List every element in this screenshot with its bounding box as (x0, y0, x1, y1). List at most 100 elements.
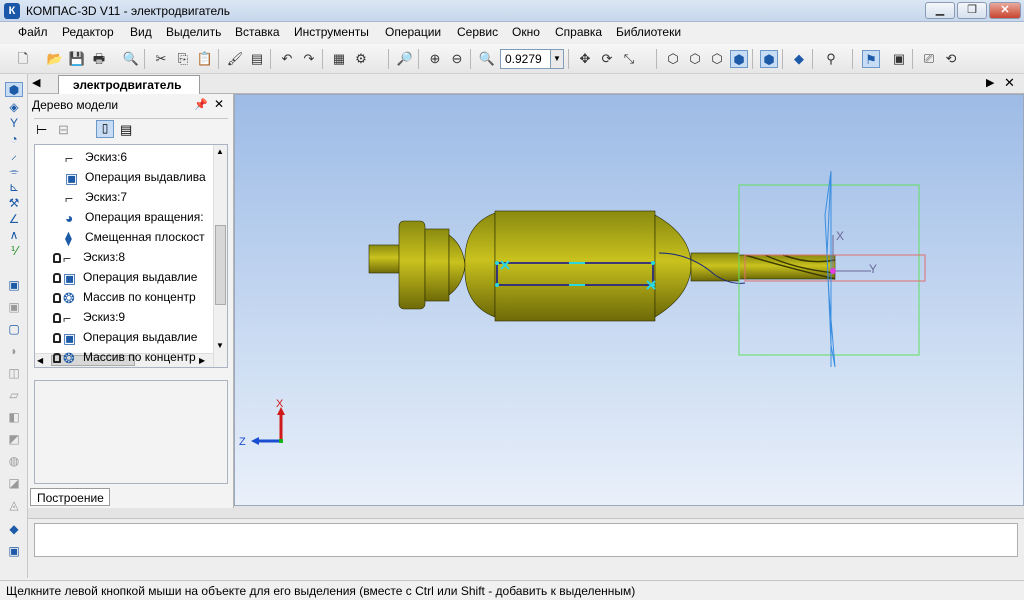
auxiliary-geometry-icon[interactable]: ⸝ (5, 148, 23, 163)
menu-insert[interactable]: Вставка (235, 25, 280, 39)
pin-icon[interactable]: 📌 (194, 98, 208, 111)
arrays-icon[interactable]: ◔ (5, 132, 23, 147)
tree-filter-icon[interactable]: ⊟ (58, 122, 69, 138)
tree-item[interactable]: ⌐ Эскиз:7 (65, 187, 127, 207)
cut-extrude-tool-icon[interactable]: ▣ (5, 300, 23, 315)
wireframe-icon[interactable]: ⬡ (664, 50, 682, 68)
tab-document[interactable]: электродвигатель (58, 75, 201, 94)
tab-scroll-right-icon[interactable]: ▶ (986, 76, 994, 89)
extrude-tool-icon[interactable]: ▣ (5, 278, 23, 293)
redo-icon[interactable]: ↷ (300, 50, 318, 68)
filter-icon[interactable]: ⚲ (822, 50, 840, 68)
zoom-dropdown-arrow-icon[interactable]: ▼ (550, 49, 564, 69)
mirror-tool-icon[interactable]: ◪ (5, 476, 23, 491)
print-icon[interactable]: 🖶 (90, 50, 108, 68)
scroll-up-icon[interactable]: ▲ (216, 147, 224, 156)
menu-tools[interactable]: Инструменты (294, 25, 369, 39)
hidden-lines-icon[interactable]: ⬡ (686, 50, 704, 68)
menu-file[interactable]: Файл (18, 25, 48, 39)
section-tool-icon[interactable]: ◬ (5, 498, 23, 513)
tree-item[interactable]: ⌐ Эскиз:6 (65, 147, 127, 167)
rotate-icon[interactable]: ⟳ (598, 50, 616, 68)
save-icon[interactable]: 💾 (68, 50, 86, 68)
tree-item[interactable]: ▣ Операция выдавлива (65, 167, 206, 187)
tree-structure-icon[interactable]: ⊢ (36, 122, 47, 138)
tree-vertical-scrollbar[interactable]: ▲ ▼ (213, 145, 227, 367)
copy-icon[interactable]: ⎘ (174, 50, 192, 68)
menu-operations[interactable]: Операции (385, 25, 441, 39)
dimensions-icon[interactable]: ∠ (5, 212, 23, 227)
spatial-curves-icon[interactable]: ◈ (5, 100, 23, 115)
preview-icon[interactable]: 🔍 (122, 50, 140, 68)
paste-icon[interactable]: 📋 (196, 50, 214, 68)
create-component-icon[interactable]: ▣ (5, 544, 23, 559)
tree-item[interactable]: ❂ Массив по концентр (53, 347, 196, 367)
close-button[interactable]: ✕ (989, 2, 1021, 19)
document-manager-icon[interactable]: ▤ (248, 50, 266, 68)
3d-viewport[interactable]: X Y X Z (234, 94, 1024, 506)
tab-close-icon[interactable]: ✕ (1004, 75, 1015, 91)
angle-icon[interactable]: ∧ (5, 228, 23, 243)
tree-item[interactable]: ❂ Массив по концентр (53, 287, 196, 307)
menu-libraries[interactable]: Библиотеки (616, 25, 681, 39)
tree-view-mode-icon[interactable]: ▯ (96, 120, 114, 138)
scroll-right-icon[interactable]: ▶ (199, 356, 205, 365)
tree-item[interactable]: ⧫ Смещенная плоскост (65, 227, 205, 247)
minimize-button[interactable]: ▁ (925, 2, 955, 19)
hammer-icon[interactable]: ⚒ (5, 196, 23, 211)
open-icon[interactable]: 📂 (46, 50, 64, 68)
tab-construction[interactable]: Построение (30, 488, 110, 506)
menu-editor[interactable]: Редактор (62, 25, 114, 39)
zoom-scale-icon[interactable]: 🔍 (478, 50, 496, 68)
tree-item[interactable]: ⌐ Эскиз:8 (53, 247, 125, 267)
manager-icon[interactable]: ▦ (330, 50, 348, 68)
zoom-in-icon[interactable]: ⊕ (426, 50, 444, 68)
editing-details-icon[interactable]: ⬢ (5, 82, 23, 97)
chamfer-tool-icon[interactable]: ◫ (5, 366, 23, 381)
zoom-frame-icon[interactable]: 🔎 (396, 50, 414, 68)
thread-tool-icon[interactable]: ◍ (5, 454, 23, 469)
settings-icon[interactable]: ⚙ (352, 50, 370, 68)
model-canvas[interactable]: X Y X Z (235, 95, 1024, 506)
menu-service[interactable]: Сервис (457, 25, 498, 39)
new-document-icon[interactable]: 🗋 (14, 50, 32, 68)
draft-tool-icon[interactable]: ◩ (5, 432, 23, 447)
tab-scroll-left-icon[interactable]: ◀ (32, 76, 40, 89)
properties-brush-icon[interactable]: 🖌 (226, 50, 244, 68)
zoom-out-icon[interactable]: ⊖ (448, 50, 466, 68)
shaded-edges-icon[interactable]: ⬢ (760, 50, 778, 68)
cut-icon[interactable]: ✂ (152, 50, 170, 68)
add-component-icon[interactable]: ◆ (5, 522, 23, 537)
perspective-icon[interactable]: ◆ (790, 50, 808, 68)
shaded-icon[interactable]: ⬢ (730, 50, 748, 68)
menu-help[interactable]: Справка (555, 25, 602, 39)
hole-tool-icon[interactable]: ◧ (5, 410, 23, 425)
tree-item[interactable]: ◕ Операция вращения: (65, 207, 204, 227)
measure-icon[interactable]: ⊾ (5, 180, 23, 195)
tree-properties-icon[interactable]: ▤ (120, 122, 132, 138)
tree-item[interactable]: ▣ Операция выдавлие (53, 327, 197, 347)
scroll-left-icon[interactable]: ◀ (37, 356, 43, 365)
fillet-tool-icon[interactable]: ◗ (5, 344, 23, 359)
scroll-down-icon[interactable]: ▼ (216, 341, 224, 350)
motor-model[interactable]: X Y (368, 170, 926, 368)
axis-icon[interactable]: ⅟ (5, 244, 23, 259)
refresh-icon[interactable]: ⟲ (942, 50, 960, 68)
constraints-icon[interactable]: ⌯ (5, 164, 23, 179)
panel-close-icon[interactable]: ✕ (214, 97, 224, 111)
orientation-icon[interactable]: ⤡ (620, 50, 638, 68)
thin-lines-icon[interactable]: ⬡ (708, 50, 726, 68)
tree-item[interactable]: ▣ Операция выдавлие (53, 267, 197, 287)
rebuild-icon[interactable]: ⎚ (920, 50, 938, 68)
surfaces-icon[interactable]: Y (5, 116, 23, 131)
pan-icon[interactable]: ✥ (576, 50, 594, 68)
zoom-input[interactable]: 0.9279 (500, 49, 552, 69)
menu-view[interactable]: Вид (130, 25, 152, 39)
menu-window[interactable]: Окно (512, 25, 540, 39)
maximize-button[interactable]: ❐ (957, 2, 987, 19)
shell-tool-icon[interactable]: ▢ (5, 322, 23, 337)
undo-icon[interactable]: ↶ (278, 50, 296, 68)
menu-select[interactable]: Выделить (166, 25, 221, 39)
tree-item[interactable]: ⌐ Эскиз:9 (53, 307, 125, 327)
show-all-icon[interactable]: ⚑ (862, 50, 880, 68)
